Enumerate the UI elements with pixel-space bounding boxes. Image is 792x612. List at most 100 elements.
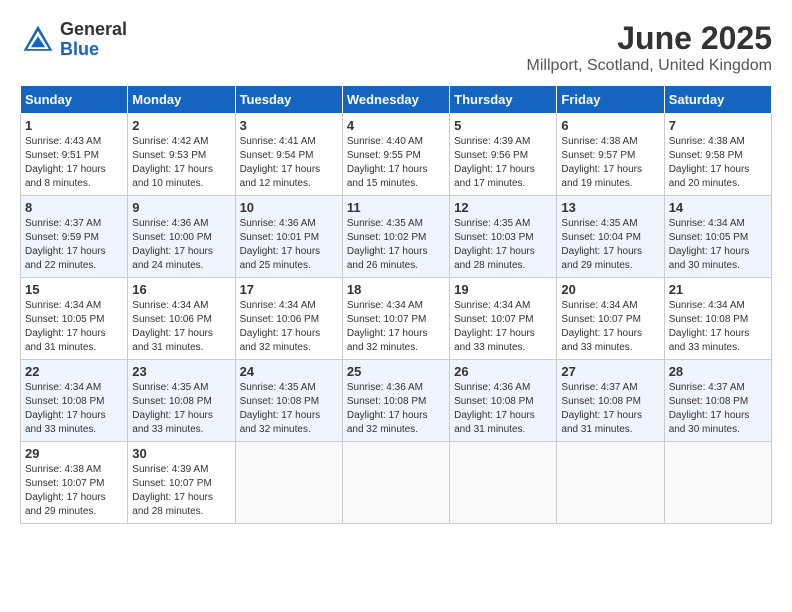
day-info: Sunrise: 4:36 AMSunset: 10:00 PMDaylight… bbox=[132, 218, 213, 271]
weekday-header-row: SundayMondayTuesdayWednesdayThursdayFrid… bbox=[21, 86, 772, 114]
empty-cell bbox=[235, 442, 342, 524]
day-number: 1 bbox=[25, 118, 123, 133]
day-info: Sunrise: 4:42 AMSunset: 9:53 PMDaylight:… bbox=[132, 136, 213, 189]
day-info: Sunrise: 4:37 AMSunset: 10:08 PMDaylight… bbox=[561, 382, 642, 435]
day-cell-29: 29 Sunrise: 4:38 AMSunset: 10:07 PMDayli… bbox=[21, 442, 128, 524]
day-info: Sunrise: 4:34 AMSunset: 10:08 PMDaylight… bbox=[25, 382, 106, 435]
weekday-header-sunday: Sunday bbox=[21, 86, 128, 114]
week-row-2: 8 Sunrise: 4:37 AMSunset: 9:59 PMDayligh… bbox=[21, 196, 772, 278]
day-info: Sunrise: 4:37 AMSunset: 10:08 PMDaylight… bbox=[669, 382, 750, 435]
day-cell-10: 10 Sunrise: 4:36 AMSunset: 10:01 PMDayli… bbox=[235, 196, 342, 278]
day-cell-3: 3 Sunrise: 4:41 AMSunset: 9:54 PMDayligh… bbox=[235, 114, 342, 196]
day-number: 15 bbox=[25, 282, 123, 297]
day-number: 27 bbox=[561, 364, 659, 379]
day-number: 11 bbox=[347, 200, 445, 215]
day-number: 22 bbox=[25, 364, 123, 379]
day-cell-14: 14 Sunrise: 4:34 AMSunset: 10:05 PMDayli… bbox=[664, 196, 771, 278]
day-cell-11: 11 Sunrise: 4:35 AMSunset: 10:02 PMDayli… bbox=[342, 196, 449, 278]
logo-blue: Blue bbox=[60, 40, 127, 60]
logo-general: General bbox=[60, 20, 127, 40]
day-cell-17: 17 Sunrise: 4:34 AMSunset: 10:06 PMDayli… bbox=[235, 278, 342, 360]
day-cell-6: 6 Sunrise: 4:38 AMSunset: 9:57 PMDayligh… bbox=[557, 114, 664, 196]
day-number: 26 bbox=[454, 364, 552, 379]
weekday-header-saturday: Saturday bbox=[664, 86, 771, 114]
day-cell-12: 12 Sunrise: 4:35 AMSunset: 10:03 PMDayli… bbox=[450, 196, 557, 278]
day-number: 29 bbox=[25, 446, 123, 461]
day-cell-16: 16 Sunrise: 4:34 AMSunset: 10:06 PMDayli… bbox=[128, 278, 235, 360]
day-number: 21 bbox=[669, 282, 767, 297]
day-info: Sunrise: 4:36 AMSunset: 10:08 PMDaylight… bbox=[347, 382, 428, 435]
weekday-header-friday: Friday bbox=[557, 86, 664, 114]
day-cell-8: 8 Sunrise: 4:37 AMSunset: 9:59 PMDayligh… bbox=[21, 196, 128, 278]
day-cell-1: 1 Sunrise: 4:43 AMSunset: 9:51 PMDayligh… bbox=[21, 114, 128, 196]
day-info: Sunrise: 4:34 AMSunset: 10:05 PMDaylight… bbox=[669, 218, 750, 271]
day-number: 8 bbox=[25, 200, 123, 215]
logo-text: General Blue bbox=[60, 20, 127, 60]
day-number: 17 bbox=[240, 282, 338, 297]
day-number: 6 bbox=[561, 118, 659, 133]
day-cell-2: 2 Sunrise: 4:42 AMSunset: 9:53 PMDayligh… bbox=[128, 114, 235, 196]
day-info: Sunrise: 4:39 AMSunset: 9:56 PMDaylight:… bbox=[454, 136, 535, 189]
day-cell-26: 26 Sunrise: 4:36 AMSunset: 10:08 PMDayli… bbox=[450, 360, 557, 442]
day-info: Sunrise: 4:35 AMSunset: 10:04 PMDaylight… bbox=[561, 218, 642, 271]
day-info: Sunrise: 4:35 AMSunset: 10:08 PMDaylight… bbox=[240, 382, 321, 435]
logo: General Blue bbox=[20, 20, 127, 60]
day-info: Sunrise: 4:35 AMSunset: 10:02 PMDaylight… bbox=[347, 218, 428, 271]
day-number: 12 bbox=[454, 200, 552, 215]
day-info: Sunrise: 4:35 AMSunset: 10:03 PMDaylight… bbox=[454, 218, 535, 271]
day-info: Sunrise: 4:34 AMSunset: 10:05 PMDaylight… bbox=[25, 300, 106, 353]
day-cell-23: 23 Sunrise: 4:35 AMSunset: 10:08 PMDayli… bbox=[128, 360, 235, 442]
day-info: Sunrise: 4:38 AMSunset: 10:07 PMDaylight… bbox=[25, 464, 106, 517]
title-area: June 2025 Millport, Scotland, United Kin… bbox=[527, 20, 772, 75]
week-row-5: 29 Sunrise: 4:38 AMSunset: 10:07 PMDayli… bbox=[21, 442, 772, 524]
day-info: Sunrise: 4:34 AMSunset: 10:07 PMDaylight… bbox=[347, 300, 428, 353]
day-info: Sunrise: 4:38 AMSunset: 9:58 PMDaylight:… bbox=[669, 136, 750, 189]
day-info: Sunrise: 4:39 AMSunset: 10:07 PMDaylight… bbox=[132, 464, 213, 517]
day-cell-9: 9 Sunrise: 4:36 AMSunset: 10:00 PMDaylig… bbox=[128, 196, 235, 278]
day-cell-13: 13 Sunrise: 4:35 AMSunset: 10:04 PMDayli… bbox=[557, 196, 664, 278]
day-number: 5 bbox=[454, 118, 552, 133]
day-number: 13 bbox=[561, 200, 659, 215]
empty-cell bbox=[342, 442, 449, 524]
day-number: 30 bbox=[132, 446, 230, 461]
day-number: 24 bbox=[240, 364, 338, 379]
month-title: June 2025 bbox=[527, 20, 772, 57]
day-number: 7 bbox=[669, 118, 767, 133]
day-info: Sunrise: 4:34 AMSunset: 10:07 PMDaylight… bbox=[561, 300, 642, 353]
day-cell-5: 5 Sunrise: 4:39 AMSunset: 9:56 PMDayligh… bbox=[450, 114, 557, 196]
day-cell-20: 20 Sunrise: 4:34 AMSunset: 10:07 PMDayli… bbox=[557, 278, 664, 360]
day-info: Sunrise: 4:38 AMSunset: 9:57 PMDaylight:… bbox=[561, 136, 642, 189]
empty-cell bbox=[664, 442, 771, 524]
day-info: Sunrise: 4:34 AMSunset: 10:06 PMDaylight… bbox=[132, 300, 213, 353]
day-number: 3 bbox=[240, 118, 338, 133]
day-cell-21: 21 Sunrise: 4:34 AMSunset: 10:08 PMDayli… bbox=[664, 278, 771, 360]
day-cell-24: 24 Sunrise: 4:35 AMSunset: 10:08 PMDayli… bbox=[235, 360, 342, 442]
weekday-header-monday: Monday bbox=[128, 86, 235, 114]
day-info: Sunrise: 4:34 AMSunset: 10:08 PMDaylight… bbox=[669, 300, 750, 353]
day-info: Sunrise: 4:34 AMSunset: 10:07 PMDaylight… bbox=[454, 300, 535, 353]
header: General Blue June 2025 Millport, Scotlan… bbox=[20, 20, 772, 75]
day-info: Sunrise: 4:36 AMSunset: 10:01 PMDaylight… bbox=[240, 218, 321, 271]
day-number: 18 bbox=[347, 282, 445, 297]
day-cell-22: 22 Sunrise: 4:34 AMSunset: 10:08 PMDayli… bbox=[21, 360, 128, 442]
week-row-1: 1 Sunrise: 4:43 AMSunset: 9:51 PMDayligh… bbox=[21, 114, 772, 196]
day-cell-28: 28 Sunrise: 4:37 AMSunset: 10:08 PMDayli… bbox=[664, 360, 771, 442]
weekday-header-thursday: Thursday bbox=[450, 86, 557, 114]
empty-cell bbox=[557, 442, 664, 524]
day-number: 16 bbox=[132, 282, 230, 297]
weekday-header-wednesday: Wednesday bbox=[342, 86, 449, 114]
location-title: Millport, Scotland, United Kingdom bbox=[527, 57, 772, 75]
day-cell-30: 30 Sunrise: 4:39 AMSunset: 10:07 PMDayli… bbox=[128, 442, 235, 524]
day-cell-7: 7 Sunrise: 4:38 AMSunset: 9:58 PMDayligh… bbox=[664, 114, 771, 196]
day-info: Sunrise: 4:41 AMSunset: 9:54 PMDaylight:… bbox=[240, 136, 321, 189]
day-cell-19: 19 Sunrise: 4:34 AMSunset: 10:07 PMDayli… bbox=[450, 278, 557, 360]
day-number: 20 bbox=[561, 282, 659, 297]
day-number: 19 bbox=[454, 282, 552, 297]
week-row-4: 22 Sunrise: 4:34 AMSunset: 10:08 PMDayli… bbox=[21, 360, 772, 442]
day-info: Sunrise: 4:40 AMSunset: 9:55 PMDaylight:… bbox=[347, 136, 428, 189]
weekday-header-tuesday: Tuesday bbox=[235, 86, 342, 114]
day-number: 4 bbox=[347, 118, 445, 133]
day-number: 14 bbox=[669, 200, 767, 215]
day-info: Sunrise: 4:34 AMSunset: 10:06 PMDaylight… bbox=[240, 300, 321, 353]
day-cell-4: 4 Sunrise: 4:40 AMSunset: 9:55 PMDayligh… bbox=[342, 114, 449, 196]
